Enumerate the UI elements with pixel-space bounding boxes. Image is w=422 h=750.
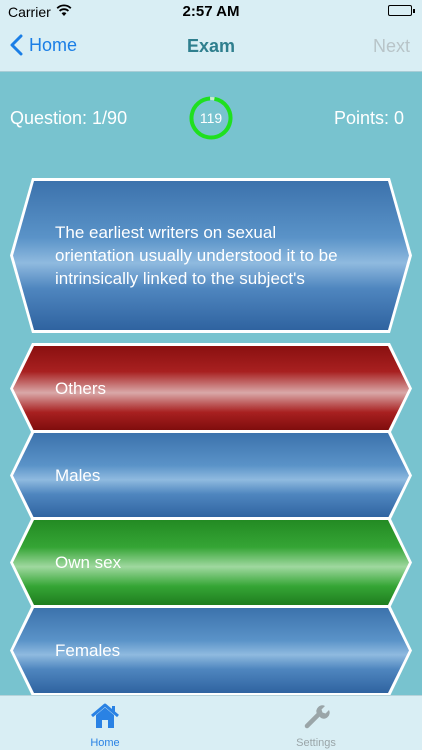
- timer-value: 119: [199, 110, 223, 126]
- status-bar: Carrier 2:57 AM: [0, 0, 422, 22]
- answer-label: Males: [55, 465, 101, 485]
- answer-option-3[interactable]: Own sex: [10, 517, 412, 608]
- next-button[interactable]: Next: [373, 36, 410, 57]
- question-counter: Question: 1/90: [10, 108, 128, 128]
- page-title: Exam: [186, 36, 236, 56]
- tab-home-label: Home: [90, 737, 120, 749]
- answer-label: Others: [55, 378, 107, 398]
- tab-settings-label: Settings: [296, 737, 336, 749]
- tab-bar: Home Settings: [0, 695, 422, 750]
- question-text: The earliest writers on sexual orientati…: [55, 223, 338, 288]
- battery-icon: [388, 5, 415, 16]
- clock: 2:57 AM: [182, 3, 240, 20]
- answer-label: Own sex: [55, 552, 122, 572]
- countdown-timer: 119: [189, 96, 233, 140]
- answer-label: Females: [55, 640, 121, 660]
- answer-option-1[interactable]: Others: [10, 343, 412, 434]
- tab-home[interactable]: Home: [45, 702, 165, 749]
- answer-option-4[interactable]: Females: [10, 605, 412, 696]
- house-icon: [91, 703, 119, 728]
- answer-option-2[interactable]: Males: [10, 430, 412, 521]
- tab-settings[interactable]: Settings: [256, 702, 376, 749]
- question-card: The earliest writers on sexual orientati…: [10, 178, 412, 333]
- wrench-icon: [304, 705, 330, 729]
- navigation-bar: Home Exam Next: [0, 22, 422, 72]
- points-counter: Points: 0: [333, 108, 404, 128]
